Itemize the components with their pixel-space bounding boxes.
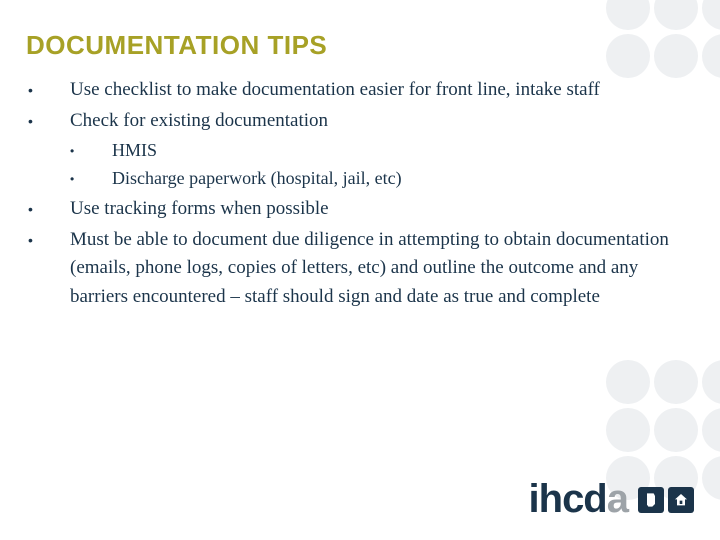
sub-bullet-item: • HMIS: [70, 137, 690, 165]
slide-body: • Use checklist to make documentation ea…: [28, 76, 690, 313]
logo-text-secondary: a: [607, 477, 628, 521]
logo-mark: [638, 487, 694, 513]
bullet-text: Discharge paperwork (hospital, jail, etc…: [112, 165, 690, 192]
house-icon: [668, 487, 694, 513]
bullet-text: Check for existing documentation: [70, 107, 690, 136]
state-icon: [638, 487, 664, 513]
logo-text: ihcda: [529, 477, 628, 522]
bullet-item: • Use checklist to make documentation ea…: [28, 76, 690, 105]
bullet-item: • Must be able to document due diligence…: [28, 226, 690, 312]
ihcda-logo: ihcda: [529, 477, 694, 522]
bullet-text: HMIS: [112, 137, 690, 164]
bullet-item: • Use tracking forms when possible: [28, 195, 690, 224]
bullet-icon: •: [28, 76, 70, 104]
bullet-icon: •: [28, 195, 70, 223]
bullet-icon: •: [28, 226, 70, 254]
bullet-item: • Check for existing documentation: [28, 107, 690, 136]
bullet-text: Use checklist to make documentation easi…: [70, 76, 690, 105]
bullet-text: Must be able to document due diligence i…: [70, 226, 690, 312]
logo-text-primary: ihcd: [529, 477, 607, 521]
bullet-icon: •: [28, 107, 70, 135]
bullet-icon: •: [70, 165, 112, 193]
bullet-text: Use tracking forms when possible: [70, 195, 690, 224]
bullet-icon: •: [70, 137, 112, 165]
slide-title: DOCUMENTATION TIPS: [26, 30, 327, 61]
sub-bullet-item: • Discharge paperwork (hospital, jail, e…: [70, 165, 690, 193]
